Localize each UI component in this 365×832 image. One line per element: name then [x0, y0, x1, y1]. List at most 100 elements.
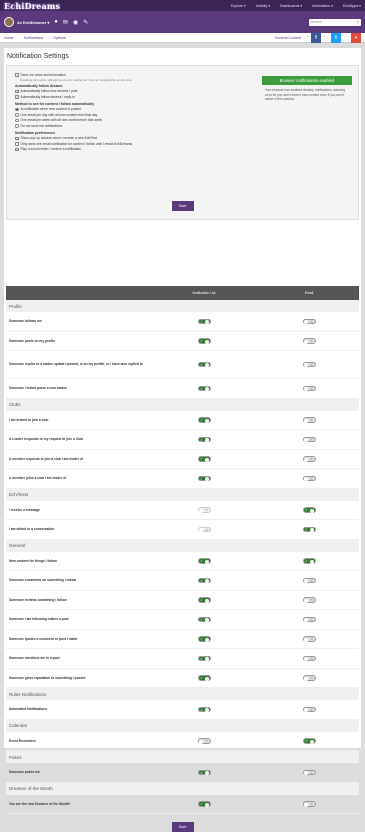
send-news-checkbox[interactable]: ✓ [15, 73, 19, 77]
notification-toggle[interactable]: ✓ [197, 436, 211, 442]
table-row: A Leader responds to my request to join … [6, 430, 359, 450]
method-radio-none[interactable] [15, 124, 19, 128]
popup-checkbox[interactable]: ✓ [15, 136, 19, 140]
table-row: Someone posts on my profile ✓ ✕ [6, 332, 359, 351]
table-header: Notification List Email [6, 286, 359, 300]
notification-toggle[interactable]: ✓ [197, 577, 211, 583]
email-toggle[interactable]: ✕ [302, 675, 316, 681]
notification-toggle[interactable]: ✓ [197, 456, 211, 462]
notification-toggle[interactable]: ✓ [197, 675, 211, 681]
email-toggle[interactable]: ✕ [302, 655, 316, 661]
notification-toggle[interactable]: ✓ [197, 475, 211, 481]
avatar[interactable] [4, 17, 14, 27]
nav-explore[interactable]: Explore ▾ [231, 4, 246, 8]
twitter-icon[interactable]: t [331, 32, 341, 43]
email-toggle[interactable]: ✓ [302, 558, 316, 564]
table-row: Someone comments on something I follow ✓ ✕ [6, 571, 359, 591]
auto-follow-reply-checkbox[interactable]: ✓ [15, 95, 19, 99]
auto-follow-new-checkbox[interactable]: ✓ [15, 89, 19, 93]
notification-toggle[interactable]: ✓ [197, 417, 211, 423]
search-icon[interactable]: ⚲ [357, 20, 359, 24]
notification-toggle[interactable]: ✓ [197, 597, 211, 603]
notification-toggle[interactable]: ✓ [197, 318, 211, 324]
table-row: Someone I follow posts a new status. ✓ ✕ [6, 379, 359, 399]
email-toggle[interactable]: ✕ [302, 361, 316, 368]
row-label: You are the new Dreamer of the Month! [9, 801, 71, 806]
email-toggle[interactable]: ✓ [302, 526, 316, 532]
email-toggle[interactable]: ✕ [302, 385, 316, 391]
row-label: Event Reminders [9, 738, 36, 743]
email-toggle[interactable]: ✕ [302, 417, 316, 423]
notification-toggle[interactable]: ✓ [197, 706, 211, 712]
email-toggle[interactable]: ✕ [302, 318, 316, 324]
notification-toggle[interactable]: ✓ [197, 338, 211, 344]
email-toggle[interactable]: ✕ [302, 475, 316, 481]
email-toggle[interactable]: ✕ [302, 577, 316, 583]
sound-checkbox[interactable]: ✓ [15, 147, 19, 151]
category-header: Dreamer of the Month [6, 782, 359, 795]
nav-dashboards[interactable]: Dashboards ▾ [280, 4, 302, 8]
email-toggle[interactable]: ✕ [302, 436, 316, 442]
row-label: Someone I am following makes a post [9, 617, 69, 622]
row-label: New content for things I follow [9, 558, 57, 563]
pencil-icon[interactable]: ✎ [83, 19, 88, 26]
subnav-notifications[interactable]: Notifications [24, 36, 44, 40]
googleplus-icon[interactable]: + [351, 32, 361, 43]
method-radio-daily[interactable] [15, 113, 19, 117]
messages-icon[interactable]: ✉ [63, 19, 68, 26]
page-title: Notification Settings [7, 53, 69, 60]
method-radio-weekly[interactable] [15, 118, 19, 122]
main-content: Notification Settings ✓ Send me news and … [4, 48, 361, 832]
save-button-bottom[interactable]: Save [171, 822, 194, 832]
nav-echiapps[interactable]: EchiApps ▾ [343, 4, 361, 8]
table-row: I am added to a conversation ✕ ✓ [6, 520, 359, 540]
email-toggle[interactable]: ✕ [302, 801, 316, 807]
email-toggle[interactable]: ✕ [302, 616, 316, 622]
bell-icon[interactable]: ● [54, 19, 58, 26]
notification-toggle[interactable]: ✓ [197, 655, 211, 661]
table-row: Someone mentions me in a post ✓ ✕ [6, 649, 359, 669]
notification-toggle[interactable]: ✓ [197, 616, 211, 622]
email-toggle[interactable]: ✕ [302, 456, 316, 462]
site-logo[interactable]: EchiDreams [4, 1, 60, 11]
facebook-icon[interactable]: f [311, 32, 321, 43]
method-radio-instant[interactable] [15, 107, 19, 111]
top-bar: EchiDreams Explore ▾ Activity ▾ Dashboar… [0, 0, 365, 11]
category-header: EchiTexts [6, 488, 359, 501]
table-row: A member requests to join a club I am le… [6, 450, 359, 469]
table-row: Event Reminders ✕ ✓ [6, 732, 359, 751]
email-toggle[interactable]: ✓ [302, 738, 316, 744]
search-input[interactable]: Search... ⚲ [309, 18, 361, 26]
subnav-home[interactable]: Home [4, 36, 14, 40]
row-label: Someone gives reputation to something I … [9, 675, 86, 680]
table-row: Someone pokes me ✓ ✕ [6, 763, 359, 783]
notification-toggle[interactable]: ✓ [197, 558, 211, 564]
category-header: Clubs [6, 398, 359, 411]
notification-toggle: ✕ [197, 526, 211, 532]
notification-toggle[interactable]: ✓ [197, 636, 211, 642]
notification-toggle[interactable]: ✓ [197, 361, 211, 368]
settings-panel: ✓ Send me news and information Disabling … [6, 65, 359, 220]
email-toggle[interactable]: ✕ [302, 769, 316, 775]
table-row: New content for things I follow ✓ ✓ [6, 552, 359, 571]
notification-toggle[interactable]: ✓ [197, 801, 211, 807]
email-toggle[interactable]: ✕ [302, 597, 316, 603]
row-label: I am added to a conversation [9, 527, 55, 532]
save-button[interactable]: Save [171, 201, 194, 211]
chat-icon[interactable]: ◉ [73, 19, 78, 26]
email-toggle[interactable]: ✕ [302, 338, 316, 344]
category-header: Calendar [6, 719, 359, 732]
nav-information[interactable]: Information ▾ [312, 4, 333, 8]
nav-activity[interactable]: Activity ▾ [256, 4, 270, 8]
subnav-options[interactable]: Options [53, 36, 65, 40]
email-toggle[interactable]: ✕ [302, 636, 316, 642]
general-content-link[interactable]: General Content [275, 36, 301, 40]
notification-toggle[interactable]: ✓ [197, 385, 211, 391]
email-toggle[interactable]: ✓ [302, 507, 316, 513]
email-toggle[interactable]: ✕ [302, 706, 316, 712]
user-menu[interactable]: Ae EchiDreamer ▾ [17, 20, 49, 25]
notification-toggle[interactable]: ✕ [197, 738, 211, 744]
one-email-checkbox[interactable] [15, 142, 19, 146]
notification-toggle[interactable]: ✓ [197, 769, 211, 775]
row-label: Someone reviews something I follow [9, 597, 67, 602]
